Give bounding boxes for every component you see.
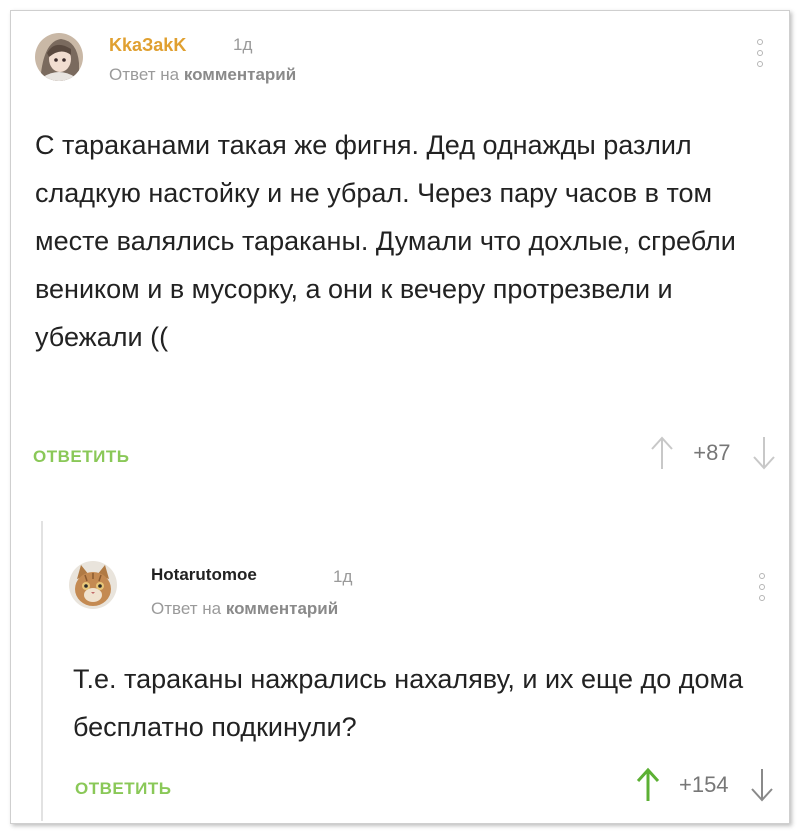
comment-text: Т.е. тараканы нажрались нахаляву, и их е… — [73, 664, 744, 742]
reply-prefix: Ответ на — [109, 65, 180, 84]
comment: KkaЗakK 1д Ответ на комментарий С тарака… — [11, 11, 789, 491]
more-options-icon[interactable] — [757, 39, 765, 72]
avatar[interactable] — [69, 561, 117, 609]
author-name[interactable]: KkaЗakK — [109, 35, 186, 56]
downvote-icon[interactable] — [751, 435, 777, 471]
reply-context: Ответ на комментарий — [151, 599, 338, 619]
reply-target-link[interactable]: комментарий — [184, 65, 296, 84]
reply-prefix: Ответ на — [151, 599, 222, 618]
timestamp: 1д — [333, 567, 353, 586]
timestamp: 1д — [233, 35, 253, 54]
avatar[interactable] — [35, 33, 83, 81]
upvote-icon[interactable] — [635, 767, 661, 803]
comment-thread: KkaЗakK 1д Ответ на комментарий С тарака… — [10, 10, 790, 824]
vote-controls: +154 — [635, 767, 775, 807]
vote-controls: +87 — [649, 435, 777, 475]
reply-context: Ответ на комментарий — [109, 65, 296, 85]
upvote-icon[interactable] — [649, 435, 675, 471]
author-name[interactable]: Hotarutomoe — [151, 565, 257, 585]
reply-button[interactable]: ОТВЕТИТЬ — [75, 779, 171, 799]
reply-button[interactable]: ОТВЕТИТЬ — [33, 447, 129, 467]
comment-reply: Hotarutomoe 1д Ответ на комментарий Т.е.… — [41, 521, 789, 821]
reply-target-link[interactable]: комментарий — [226, 599, 338, 618]
rating-score: +87 — [693, 440, 731, 465]
comment-text: С тараканами такая же фигня. Дед однажды… — [35, 130, 736, 352]
rating-score: +154 — [678, 772, 729, 797]
downvote-icon[interactable] — [749, 767, 775, 803]
more-options-icon[interactable] — [759, 573, 767, 606]
